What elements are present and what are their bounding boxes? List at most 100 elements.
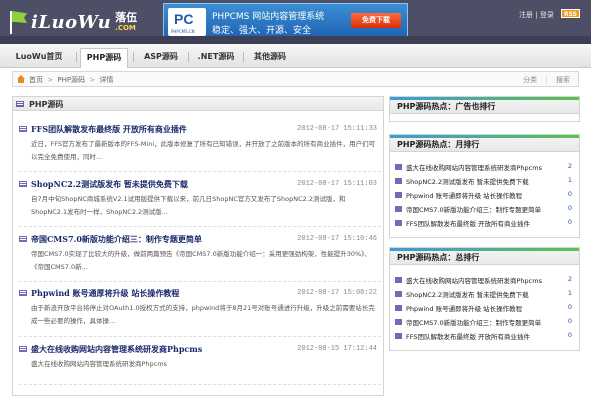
total-ranking-header: PHP源码热点：总排行 — [390, 248, 579, 265]
ranking-item[interactable]: 盛大在线收购网站内容管理系统研发商Phpcms 2 — [395, 274, 576, 287]
article-summary: 由于新浪开放平台将停止对OAuth1.0授权方式的支持，phpwind将于8月2… — [31, 304, 375, 325]
article-icon — [19, 346, 27, 352]
ranking-item[interactable]: Phpwind 账号通即将升级 站长操作教程 0 — [395, 302, 576, 315]
article-icon — [395, 333, 402, 339]
ranking-title[interactable]: Phpwind 账号通即将升级 站长操作教程 — [406, 190, 522, 200]
site-header: iLuoWu 落伍 .COM PC PHPCMS.CN PHPCMS 网站内容管… — [0, 0, 591, 44]
ranking-count: 0 — [567, 303, 572, 311]
article-icon — [395, 178, 402, 184]
breadcrumb-current: 详情 — [99, 76, 114, 84]
logo-com: .COM — [115, 24, 136, 32]
breadcrumb: 首页 > PHP源码 > 详情 分类 | 搜索 — [12, 71, 579, 87]
toplinks-separator: | — [535, 11, 538, 19]
ranking-title[interactable]: ShopNC2.2测试版发布 暂未提供免费下载 — [406, 176, 529, 186]
list-icon — [16, 101, 24, 107]
ranking-item[interactable]: 盛大在线收购网站内容管理系统研发商Phpcms 2 — [395, 161, 576, 174]
nav-item-asp[interactable]: ASP源码 — [137, 48, 185, 68]
ranking-title[interactable]: Phpwind 账号通即将升级 站长操作教程 — [406, 303, 522, 313]
rss-icon[interactable]: RSS — [561, 9, 580, 18]
login-link[interactable]: 登录 — [540, 11, 554, 19]
article-icon — [395, 220, 402, 226]
nav-item-home[interactable]: LuoWu首页 — [12, 48, 66, 68]
article-date: 2012-08-17 15:11:33 — [297, 125, 377, 133]
home-icon — [17, 75, 25, 83]
ranking-title[interactable]: ShopNC2.2测试版发布 暂未提供免费下载 — [406, 289, 529, 299]
ranking-count: 0 — [567, 317, 572, 325]
article-icon — [395, 277, 402, 283]
article-icon — [19, 290, 27, 296]
article-title[interactable]: 盛大在线收购网站内容管理系统研发商Phpcms — [31, 344, 202, 355]
article-title[interactable]: 帝国CMS7.0新版功能介绍三：制作专题更简单 — [31, 234, 202, 245]
ranking-item[interactable]: 帝国CMS7.0新版功能介绍三：制作专题更简单 0 — [395, 316, 576, 329]
ranking-title[interactable]: 帝国CMS7.0新版功能介绍三：制作专题更简单 — [406, 317, 541, 327]
article-summary: 帝国CMS7.0实现了比较大的升级，做前两篇预告《帝国CMS7.0新版功能介绍一… — [31, 250, 371, 271]
ranking-title[interactable]: 帝国CMS7.0新版功能介绍三：制作专题更简单 — [406, 204, 541, 214]
monthly-ranking-title: PHP源码热点：月排行 — [397, 140, 480, 149]
site-logo[interactable]: iLuoWu 落伍 .COM — [8, 6, 137, 38]
article-icon — [395, 305, 402, 311]
article-summary: 自7月中旬ShopNC商城系统V2.1试用版提供下载以来，前几日ShopNC官方… — [31, 195, 346, 216]
article-icon — [19, 236, 27, 242]
nav-item-dotnet[interactable]: .NET源码 — [192, 48, 240, 68]
ranking-count: 0 — [567, 204, 572, 212]
total-ranking-title: PHP源码热点：总排行 — [397, 253, 480, 262]
sidebar-ad-title: PHP源码热点：广告也排行 — [397, 102, 496, 111]
article-date: 2012-08-17 15:10:46 — [297, 235, 377, 243]
ranking-count: 1 — [567, 289, 572, 297]
register-link[interactable]: 注册 — [519, 11, 533, 19]
article-title[interactable]: ShopNC2.2测试版发布 暂未提供免费下载 — [31, 179, 188, 190]
article-title[interactable]: FFS团队解散发布最终版 开放所有商业插件 — [31, 124, 187, 135]
monthly-ranking-header: PHP源码热点：月排行 — [390, 135, 579, 152]
ranking-title[interactable]: FFS团队解散发布最终版 开放所有商业插件 — [406, 218, 530, 228]
article-icon — [19, 181, 27, 187]
ranking-item[interactable]: ShopNC2.2测试版发布 暂未提供免费下载 1 — [395, 288, 576, 301]
section-title: PHP源码 — [29, 100, 64, 109]
article-summary: 近日，FFS官方发布了最新版本的FFS-Mini，此版本修复了所有已知错误，并开… — [31, 140, 376, 161]
top-links: 注册 | 登录 — [519, 10, 554, 20]
flag-icon — [8, 10, 28, 34]
ranking-title[interactable]: 盛大在线收购网站内容管理系统研发商Phpcms — [406, 162, 542, 172]
search-link[interactable]: 搜索 — [556, 76, 570, 84]
section-header: PHP源码 — [13, 97, 383, 111]
banner-title: PHPCMS 网站内容管理系统 — [212, 12, 325, 22]
nav-item-other[interactable]: 其他源码 — [246, 48, 294, 68]
breadcrumb-php[interactable]: PHP源码 — [57, 76, 85, 84]
ranking-title[interactable]: FFS团队解散发布最终版 开放所有商业插件 — [406, 331, 530, 341]
article-icon — [19, 126, 27, 132]
main-nav: LuoWu首页 PHP源码 ASP源码 .NET源码 其他源码 — [0, 44, 591, 68]
ranking-title[interactable]: 盛大在线收购网站内容管理系统研发商Phpcms — [406, 275, 542, 285]
ranking-item[interactable]: Phpwind 账号通即将升级 站长操作教程 0 — [395, 189, 576, 202]
article-icon — [395, 192, 402, 198]
article-summary: 盛大在线收购网站内容管理系统研发商Phpcms — [31, 360, 167, 368]
article-icon — [395, 164, 402, 170]
banner-slogan: 稳定、强大、开源、安全 — [212, 26, 312, 36]
ranking-count: 0 — [567, 331, 572, 339]
article-date: 2012-08-17 15:11:03 — [297, 180, 377, 188]
phpcms-logo: PC PHPCMS.CN — [168, 8, 206, 36]
total-ranking-box: PHP源码热点：总排行 盛大在线收购网站内容管理系统研发商Phpcms 2 Sh… — [389, 247, 580, 351]
article-icon — [395, 206, 402, 212]
article-date: 2012-08-17 15:08:22 — [297, 289, 377, 297]
article-date: 2012-08-15 17:12:44 — [297, 345, 377, 353]
ranking-count: 2 — [567, 275, 572, 283]
article-icon — [395, 319, 402, 325]
logo-cn: 落伍 — [115, 11, 138, 24]
ranking-count: 1 — [567, 176, 572, 184]
category-link[interactable]: 分类 — [523, 76, 537, 84]
breadcrumb-home[interactable]: 首页 — [29, 76, 43, 84]
sidebar-ad-header: PHP源码热点：广告也排行 — [390, 97, 579, 114]
sidebar-ad-box: PHP源码热点：广告也排行 — [389, 96, 580, 122]
ranking-count: 0 — [567, 218, 572, 226]
ranking-item[interactable]: FFS团队解散发布最终版 开放所有商业插件 0 — [395, 217, 576, 230]
article-title[interactable]: Phpwind 账号通厚将升级 站长操作教程 — [31, 288, 179, 299]
free-download-button[interactable]: 免费下载 — [351, 13, 401, 28]
article-icon — [395, 291, 402, 297]
ranking-item[interactable]: ShopNC2.2测试版发布 暂未提供免费下载 1 — [395, 175, 576, 188]
monthly-ranking-box: PHP源码热点：月排行 盛大在线收购网站内容管理系统研发商Phpcms 2 Sh… — [389, 134, 580, 238]
ranking-item[interactable]: 帝国CMS7.0新版功能介绍三：制作专题更简单 0 — [395, 203, 576, 216]
logo-text: iLuoWu — [31, 11, 112, 33]
ranking-item[interactable]: FFS团队解散发布最终版 开放所有商业插件 0 — [395, 330, 576, 343]
nav-item-php[interactable]: PHP源码 — [80, 48, 128, 68]
ranking-count: 2 — [567, 162, 572, 170]
phpcms-ad-banner[interactable]: PC PHPCMS.CN PHPCMS 网站内容管理系统 稳定、强大、开源、安全… — [163, 3, 408, 39]
